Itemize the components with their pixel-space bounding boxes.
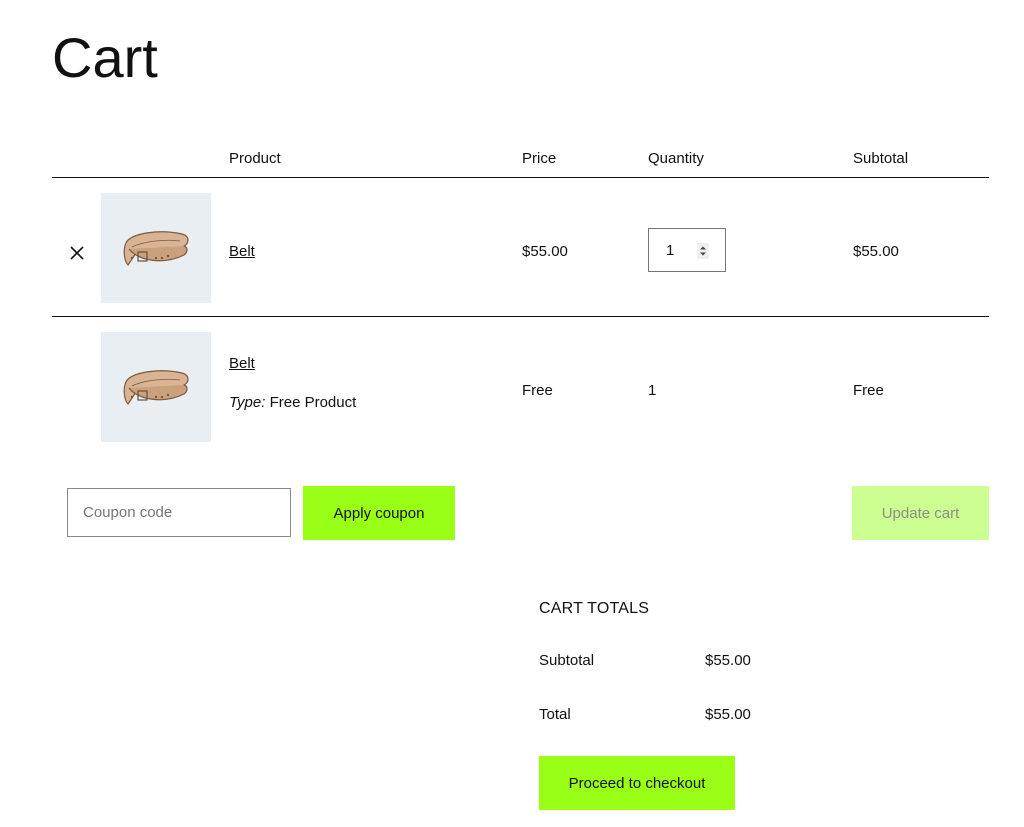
page-title: Cart xyxy=(52,26,158,89)
totals-total-label: Total xyxy=(539,706,571,723)
item-subtotal: Free xyxy=(853,382,884,399)
product-thumbnail[interactable] xyxy=(101,332,211,442)
column-header-quantity: Quantity xyxy=(648,150,704,167)
totals-subtotal-label: Subtotal xyxy=(539,652,595,669)
meta-label: Type: xyxy=(229,394,266,411)
column-header-price: Price xyxy=(522,150,557,167)
totals-total-value: $55.00 xyxy=(705,706,751,723)
item-price: Free xyxy=(522,382,553,399)
product-link[interactable]: Belt xyxy=(229,355,255,373)
meta-value: Free Product xyxy=(269,394,357,411)
proceed-to-checkout-button[interactable]: Proceed to checkout xyxy=(539,756,735,810)
close-icon xyxy=(70,246,84,260)
belt-image xyxy=(123,231,189,266)
belt-image xyxy=(123,370,189,405)
column-header-product: Product xyxy=(229,150,281,167)
item-subtotal: $55.00 xyxy=(853,243,899,260)
cart-totals-title: CART TOTALS xyxy=(539,600,650,617)
item-price: $55.00 xyxy=(522,243,568,260)
coupon-placeholder: Coupon code xyxy=(83,504,173,521)
product-thumbnail[interactable] xyxy=(101,193,211,303)
apply-coupon-button[interactable]: Apply coupon xyxy=(303,486,455,540)
remove-item-button[interactable] xyxy=(66,242,88,264)
table-header-divider xyxy=(52,177,989,178)
item-quantity: 1 xyxy=(648,382,657,399)
row-divider xyxy=(52,316,989,317)
update-cart-button[interactable]: Update cart xyxy=(852,486,989,540)
spinner-arrows-icon[interactable] xyxy=(697,243,709,259)
column-header-subtotal: Subtotal xyxy=(853,150,909,167)
coupon-input[interactable]: Coupon code xyxy=(67,488,291,537)
quantity-stepper[interactable]: 1 xyxy=(648,228,726,272)
product-meta: Type: Free Product xyxy=(229,394,356,412)
totals-subtotal-value: $55.00 xyxy=(705,652,751,669)
quantity-value: 1 xyxy=(666,242,675,259)
product-link[interactable]: Belt xyxy=(229,243,255,261)
